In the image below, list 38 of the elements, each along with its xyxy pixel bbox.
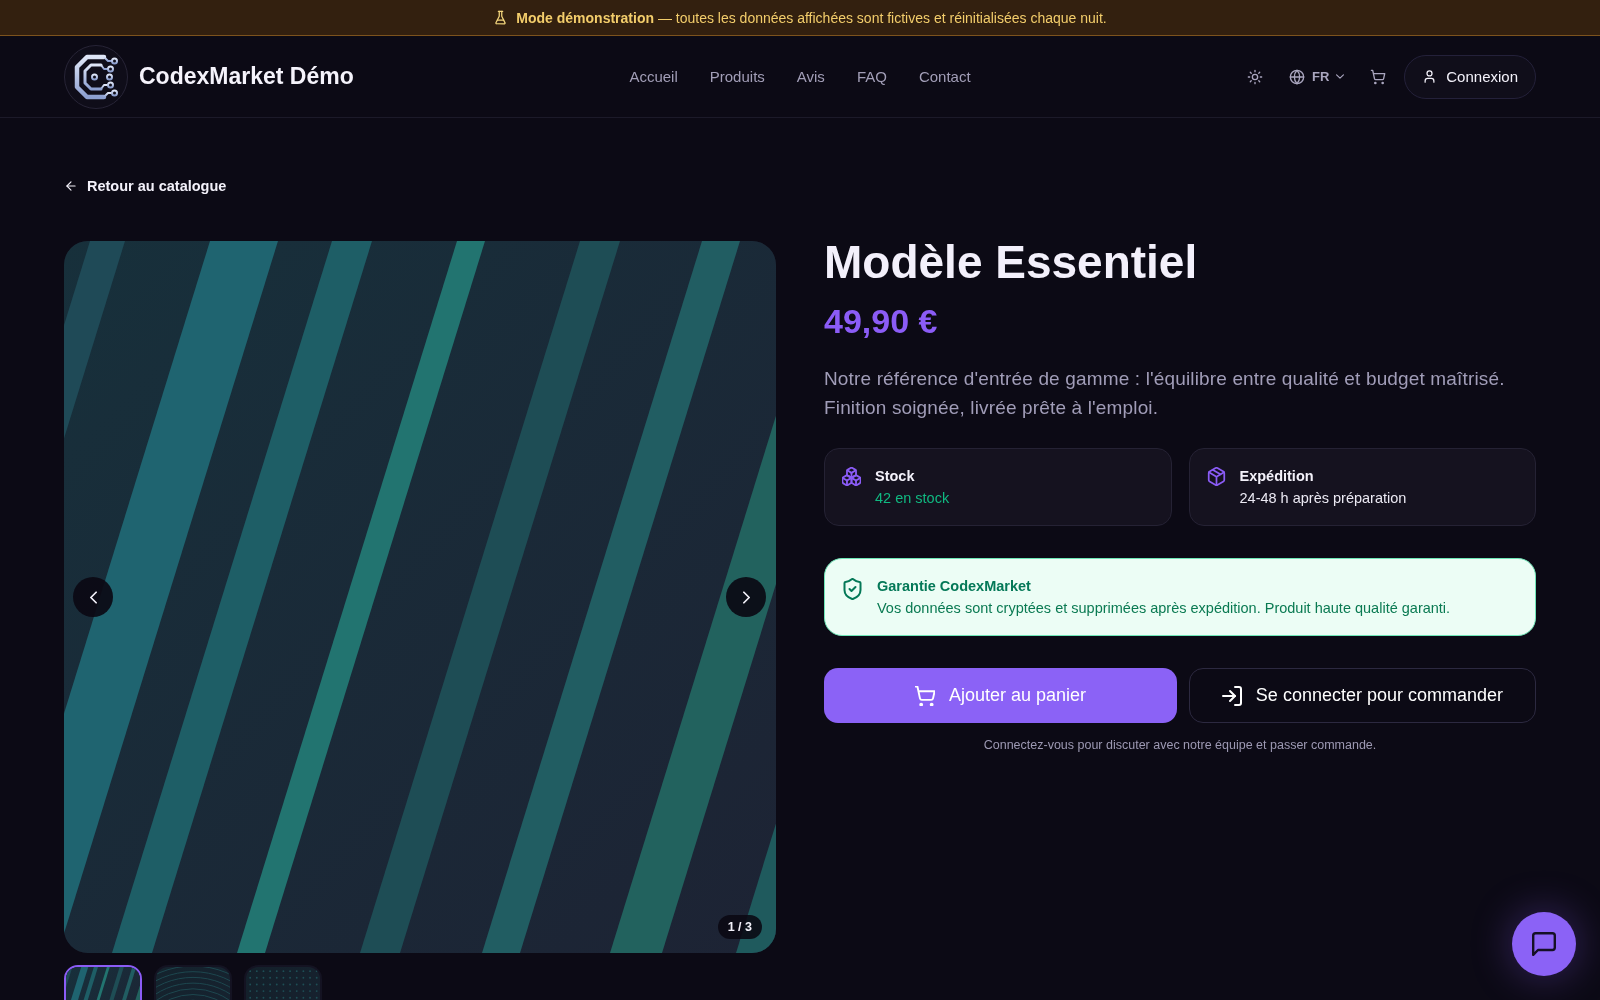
shield-check-icon bbox=[843, 578, 862, 601]
sign-in-button[interactable]: Se connecter pour commander bbox=[1188, 668, 1536, 724]
login-button[interactable]: Connexion bbox=[1404, 54, 1536, 99]
back-link[interactable]: Retour au catalogue bbox=[64, 176, 227, 196]
info-card-value: 24-48 h après préparation bbox=[1239, 489, 1407, 509]
chevron-left-icon bbox=[89, 590, 97, 604]
nav-link[interactable]: FAQ bbox=[856, 68, 887, 85]
chevron-down-icon bbox=[1336, 74, 1345, 79]
product-price: 49,90 € bbox=[824, 300, 939, 342]
add-to-cart-button[interactable]: Ajouter au panier bbox=[824, 668, 1177, 724]
info-card-title: Stock bbox=[875, 467, 916, 487]
sun-icon bbox=[1246, 68, 1263, 85]
login-note: Connectez-vous pour discuter avec notre équipe et passer commande. bbox=[982, 737, 1378, 755]
product-description: Notre référence d'entrée de gamme : l'équilibre entre qualité et budget maîtrisé. Finition soignée, livrée prête à l'emploi. bbox=[824, 367, 1506, 421]
circuit-logo-icon bbox=[64, 44, 128, 109]
chat-bubble-icon bbox=[1532, 932, 1556, 956]
cart-icon bbox=[1370, 68, 1387, 85]
user-icon bbox=[1422, 69, 1438, 84]
cart-icon bbox=[914, 685, 935, 706]
package-icon bbox=[1206, 467, 1226, 487]
nav-link[interactable]: Avis bbox=[796, 68, 825, 85]
info-card-title: Expédition bbox=[1239, 467, 1315, 487]
chat-button[interactable] bbox=[1512, 912, 1576, 976]
globe-icon bbox=[1288, 68, 1305, 85]
nav-link[interactable]: Contact bbox=[918, 68, 971, 85]
brand-name: CodexMarket Démo bbox=[139, 63, 354, 90]
guarantee-text: Vos données sont cryptées et supprimées après expédition. Produit haute qualité garanti. bbox=[877, 599, 1451, 619]
product-title: Modèle Essentiel bbox=[824, 237, 1199, 288]
chevron-right-icon bbox=[742, 590, 750, 604]
nav-link[interactable]: Accueil bbox=[629, 68, 678, 85]
nav-link[interactable]: Produits bbox=[709, 68, 765, 85]
sign-in-icon bbox=[1221, 685, 1242, 706]
guarantee-title: Garantie CodexMarket bbox=[877, 577, 1032, 597]
flask-icon bbox=[493, 10, 509, 25]
language-selector[interactable]: FR bbox=[1280, 60, 1353, 93]
banner-text: Mode démonstration — toutes les données affichées sont fictives et réinitialisées chaque nuit. bbox=[516, 9, 1107, 26]
boxes-icon bbox=[842, 467, 861, 487]
info-card-value: 42 en stock bbox=[875, 489, 950, 509]
